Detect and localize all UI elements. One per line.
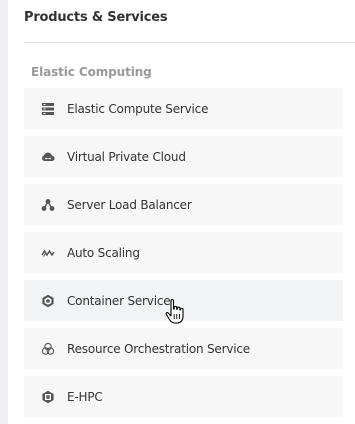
product-item-container-service[interactable]: Container Service xyxy=(24,280,343,321)
hpc-icon xyxy=(40,389,56,405)
panel-title: Products & Services xyxy=(24,10,168,25)
cloud-network-icon xyxy=(40,149,56,165)
server-icon xyxy=(40,101,56,117)
section-title-elastic-computing: Elastic Computing xyxy=(31,65,152,79)
product-item-auto-scaling[interactable]: Auto Scaling xyxy=(24,232,343,273)
orchestration-icon xyxy=(40,341,56,357)
product-item-elastic-compute-service[interactable]: Elastic Compute Service xyxy=(24,88,343,129)
product-item-resource-orchestration-service[interactable]: Resource Orchestration Service xyxy=(24,328,343,369)
product-label: Server Load Balancer xyxy=(67,197,192,212)
product-item-virtual-private-cloud[interactable]: Virtual Private Cloud xyxy=(24,136,343,177)
products-services-panel: Products & Services Elastic Computing El… xyxy=(8,0,355,424)
header-divider xyxy=(24,42,355,43)
product-list: Elastic Compute Service Virtual Private … xyxy=(24,88,343,424)
left-edge-strip xyxy=(0,0,8,424)
load-balancer-icon xyxy=(40,197,56,213)
product-label: Resource Orchestration Service xyxy=(67,341,250,356)
auto-scaling-icon xyxy=(40,245,56,261)
product-label: Elastic Compute Service xyxy=(67,101,209,116)
product-item-server-load-balancer[interactable]: Server Load Balancer xyxy=(24,184,343,225)
product-label: Auto Scaling xyxy=(67,245,140,260)
product-label: E-HPC xyxy=(67,389,103,404)
container-icon xyxy=(40,293,56,309)
product-item-e-hpc[interactable]: E-HPC xyxy=(24,376,343,417)
product-label: Virtual Private Cloud xyxy=(67,149,186,164)
product-label: Container Service xyxy=(67,293,171,308)
